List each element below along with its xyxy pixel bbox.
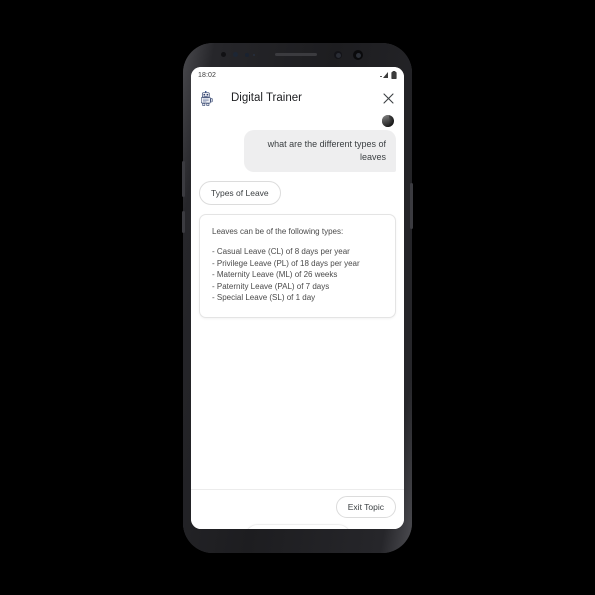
answer-intro-text: Leaves can be of the following types:: [212, 227, 344, 236]
topic-chip[interactable]: Types of Leave: [199, 181, 281, 205]
list-item: - Privilege Leave (PL) of 18 days per ye…: [212, 258, 360, 268]
proximity-sensor-icon: [221, 52, 226, 57]
assistant-button[interactable]: [182, 211, 185, 233]
screenshot-canvas: 18:02 Digital Trainer what are the diffe…: [0, 0, 595, 595]
avatar: [382, 115, 394, 127]
light-sensor-icon: [245, 53, 249, 57]
list-item: - Paternity Leave (PAL) of 7 days: [212, 281, 330, 291]
page-title: Digital Trainer: [231, 92, 302, 104]
phone-screen: 18:02 Digital Trainer what are the diffe…: [191, 67, 404, 529]
signal-icon: [380, 67, 389, 84]
user-message-text: what are the different types of leaves: [267, 139, 386, 162]
iris-scanner-icon: [334, 51, 342, 59]
front-camera-icon: [353, 50, 363, 60]
iris-sensor-icon: [233, 52, 238, 57]
earpiece-speaker-icon: [275, 53, 317, 56]
user-avatar-row: [199, 113, 396, 127]
volume-button[interactable]: [182, 161, 185, 197]
status-bar-time: 18:02: [198, 71, 217, 79]
led-indicator-icon: [253, 54, 255, 56]
input-bar-row: [199, 525, 396, 529]
status-bar-icons: [380, 67, 397, 84]
exit-topic-row: Exit Topic: [199, 496, 396, 518]
bottom-action-area: Exit Topic: [191, 489, 404, 529]
user-message-row: what are the different types of leaves: [199, 130, 396, 172]
phone-bottom-bezel: [183, 529, 412, 553]
phone-top-bezel: [183, 43, 412, 67]
user-message-bubble: what are the different types of leaves: [244, 130, 396, 172]
close-icon[interactable]: [381, 91, 395, 105]
phone-device: 18:02 Digital Trainer what are the diffe…: [182, 43, 413, 553]
assistant-input-bar[interactable]: [245, 525, 350, 529]
battery-icon: [391, 67, 397, 84]
topic-chip-row: Types of Leave: [199, 181, 396, 205]
power-button[interactable]: [410, 183, 413, 229]
status-bar: 18:02: [191, 67, 404, 83]
list-item: - Maternity Leave (ML) of 26 weeks: [212, 270, 338, 279]
list-item: - Casual Leave (CL) of 8 days per year: [212, 247, 350, 256]
answer-card: Leaves can be of the following types: - …: [199, 214, 396, 318]
robot-icon: [200, 90, 214, 106]
app-header: Digital Trainer: [191, 83, 404, 113]
chat-conversation: what are the different types of leaves T…: [191, 113, 404, 489]
exit-topic-button[interactable]: Exit Topic: [335, 496, 396, 518]
list-item: - Special Leave (SL) of 1 day: [212, 293, 316, 302]
